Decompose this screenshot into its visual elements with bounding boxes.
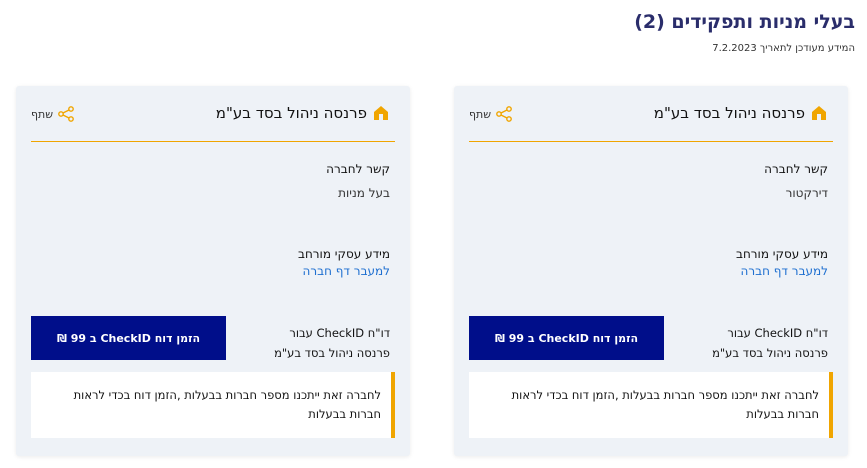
card-header: פרנסה ניהול בסד בע"מ שתף xyxy=(31,86,395,142)
report-description: דו"ח CheckID עבור פרנסה ניהול בסד בע"מ xyxy=(712,323,828,363)
relation-label: קשר לחברה xyxy=(326,162,390,176)
order-report-button[interactable]: הזמן דוח CheckID ב 99 ₪ xyxy=(469,316,664,360)
share-label: שתף xyxy=(31,107,54,121)
share-button[interactable]: שתף xyxy=(469,106,512,122)
card-header: פרנסה ניהול בסד בע"מ שתף xyxy=(469,86,833,142)
company-page-link[interactable]: למעבר דף חברה xyxy=(303,264,390,278)
card-title: פרנסה ניהול בסד בע"מ xyxy=(653,104,805,122)
order-report-button[interactable]: הזמן דוח CheckID ב 99 ₪ xyxy=(31,316,226,360)
company-page-link[interactable]: למעבר דף חברה xyxy=(741,264,828,278)
page-title: בעלי מניות ותפקידים (2) xyxy=(634,11,855,33)
relation-value: בעל מניות xyxy=(338,186,390,200)
card-title: פרנסה ניהול בסד בע"מ xyxy=(215,104,367,122)
report-line-1: דו"ח CheckID עבור xyxy=(727,326,828,340)
report-line-2: פרנסה ניהול בסד בע"מ xyxy=(712,346,828,360)
share-icon xyxy=(496,106,512,122)
building-icon xyxy=(374,106,388,120)
ownership-note: לחברה זאת ייתכנו מספר חברות בבעלות ,הזמן… xyxy=(31,372,395,438)
extended-info-label: מידע עסקי מורחב xyxy=(298,247,390,261)
relation-label: קשר לחברה xyxy=(764,162,828,176)
relation-value: דירקטור xyxy=(785,186,828,200)
report-line-1: דו"ח CheckID עבור xyxy=(289,326,390,340)
building-icon xyxy=(812,106,826,120)
owner-card: פרנסה ניהול בסד בע"מ שתף קשר לחברה בעל מ… xyxy=(16,86,410,456)
ownership-note: לחברה זאת ייתכנו מספר חברות בבעלות ,הזמן… xyxy=(469,372,833,438)
page-subtitle: המידע מעודכן לתאריך 7.2.2023 xyxy=(712,43,855,54)
extended-info-label: מידע עסקי מורחב xyxy=(736,247,828,261)
owner-card: פרנסה ניהול בסד בע"מ שתף קשר לחברה דירקט… xyxy=(454,86,848,456)
report-line-2: פרנסה ניהול בסד בע"מ xyxy=(274,346,390,360)
share-button[interactable]: שתף xyxy=(31,106,74,122)
share-label: שתף xyxy=(469,107,492,121)
share-icon xyxy=(58,106,74,122)
report-description: דו"ח CheckID עבור פרנסה ניהול בסד בע"מ xyxy=(274,323,390,363)
